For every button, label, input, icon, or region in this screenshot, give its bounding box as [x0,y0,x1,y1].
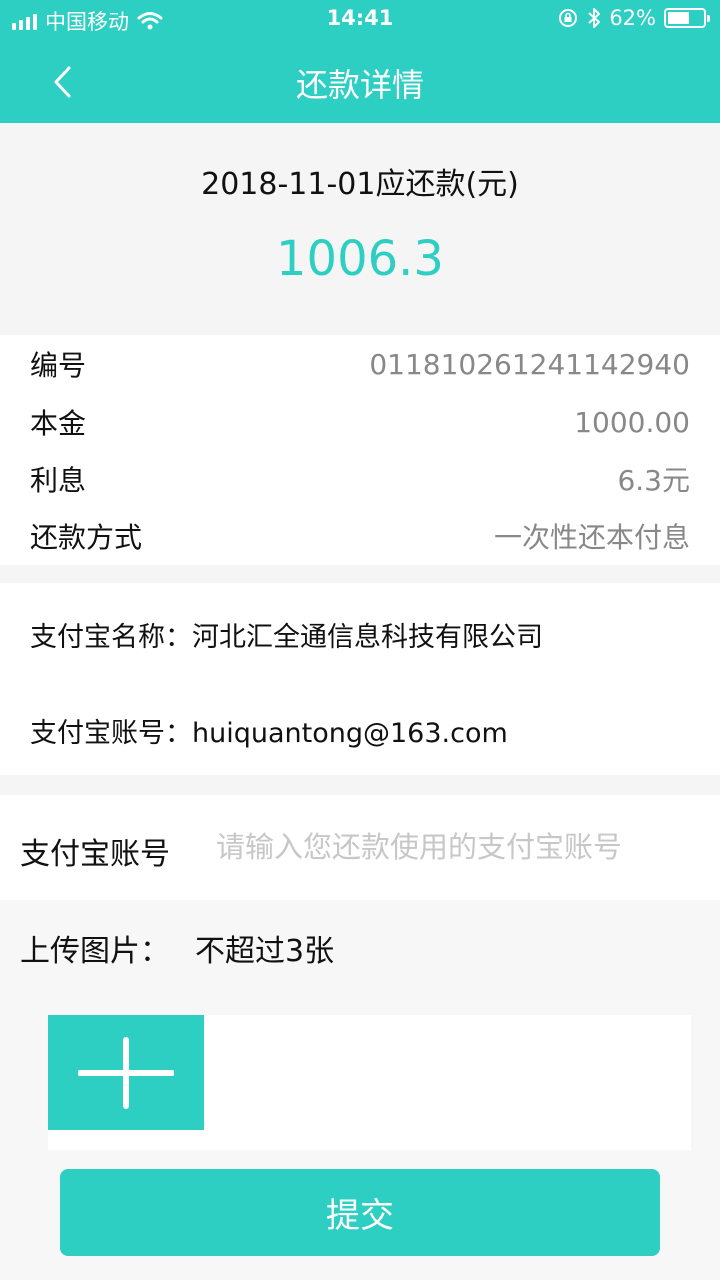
rotation-lock-icon [559,9,578,27]
page-title: 还款详情 [295,66,424,104]
detail-row-principal: 本金 1000.00 [30,393,690,451]
detail-row-number: 编号 011810261241142940 [30,335,690,393]
detail-value: 一次性还本付息 [493,521,690,554]
add-image-button[interactable] [48,1015,204,1130]
battery-icon [664,8,710,28]
detail-value: 6.3元 [617,464,690,497]
plus-icon [78,1036,174,1109]
account-input-label: 支付宝账号 [20,837,170,872]
nav-bar: 还款详情 [0,40,720,123]
alipay-info: 支付宝名称：河北汇全通信息科技有限公司 支付宝账号：huiquantong@16… [0,583,720,775]
detail-key: 本金 [30,407,87,440]
bluetooth-icon [588,8,601,28]
detail-row-interest: 利息 6.3元 [30,450,690,508]
upload-area [48,1015,691,1150]
status-bar: 中国移动 14:41 62% [0,0,720,40]
battery-percent: 62% [609,6,656,30]
account-input-row: 支付宝账号 [0,795,720,900]
detail-value: 011810261241142940 [369,347,690,381]
repayment-summary: 2018-11-01应还款(元) 1006.3 [0,123,720,335]
status-right: 62% [557,6,710,30]
alipay-account: 支付宝账号：huiquantong@163.com [30,718,508,749]
submit-button[interactable]: 提交 [60,1169,660,1256]
detail-row-method: 还款方式 一次性还本付息 [30,507,690,565]
due-date-label: 2018-11-01应还款(元) [201,167,519,202]
due-amount: 1006.3 [276,231,444,287]
detail-key: 编号 [30,349,87,382]
detail-key: 利息 [30,464,87,497]
upload-title: 上传图片： [20,934,170,969]
detail-key: 还款方式 [30,521,143,554]
loan-details: 编号 011810261241142940 本金 1000.00 利息 6.3元… [0,335,720,565]
alipay-account-input[interactable] [216,821,696,873]
detail-value: 1000.00 [574,405,690,439]
battery-fill [668,12,690,24]
upload-hint: 不超过3张 [195,934,335,969]
alipay-name: 支付宝名称：河北汇全通信息科技有限公司 [30,622,543,653]
